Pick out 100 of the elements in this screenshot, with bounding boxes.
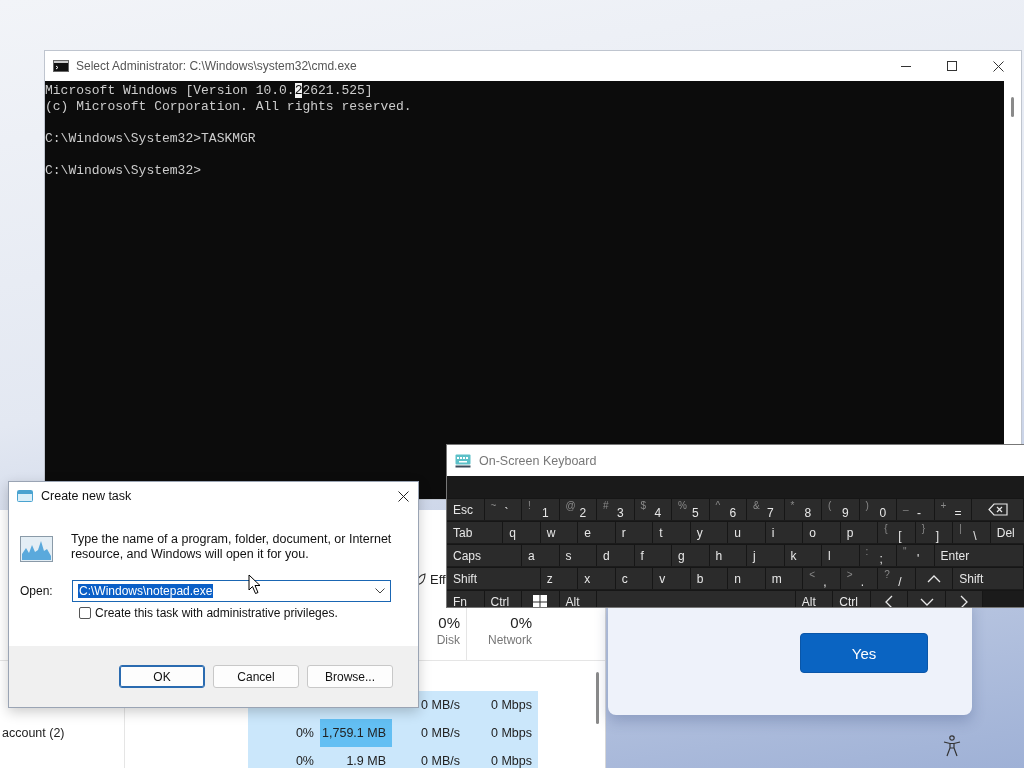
keyboard-key[interactable]: i xyxy=(765,522,804,543)
keyboard-key[interactable]: % 5 xyxy=(672,499,710,520)
keyboard-key[interactable]: Ctrl xyxy=(833,591,871,607)
keyboard-key[interactable]: < , xyxy=(803,568,841,589)
checkbox-label[interactable]: Create this task with administrative privileges. xyxy=(95,606,338,620)
keyboard-key[interactable]: f xyxy=(634,545,672,566)
keyboard-key[interactable]: e xyxy=(578,522,616,543)
keyboard-key[interactable]: Enter xyxy=(934,545,1024,566)
keyboard-key[interactable]: @ 2 xyxy=(559,499,597,520)
keyboard-key[interactable] xyxy=(972,499,1024,520)
table-cell: 1.9 MB xyxy=(320,747,392,768)
chart-window-icon xyxy=(20,536,53,562)
keyboard-key[interactable]: ! 1 xyxy=(522,499,560,520)
keyboard-key[interactable]: a xyxy=(522,545,560,566)
chevron-right-icon xyxy=(960,594,968,607)
keyboard-key[interactable]: Ctrl xyxy=(484,591,522,607)
keyboard-key[interactable]: q xyxy=(503,522,541,543)
keyboard-key[interactable]: ( 9 xyxy=(822,499,860,520)
keyboard-key[interactable]: } ] xyxy=(915,522,954,543)
keyboard-key[interactable]: z xyxy=(540,568,579,589)
keyboard-key[interactable]: ? / xyxy=(878,568,916,589)
keyboard-key[interactable]: Alt xyxy=(559,591,597,607)
keyboard-key[interactable]: * 8 xyxy=(784,499,822,520)
table-cell: 0 MB/s xyxy=(392,747,466,768)
chevron-left-icon xyxy=(885,594,893,607)
keyboard-key[interactable]: Shift xyxy=(447,568,541,589)
keyboard-key[interactable]: $ 4 xyxy=(634,499,672,520)
keyboard-key[interactable]: { [ xyxy=(878,522,916,543)
keyboard-key[interactable]: t xyxy=(653,522,691,543)
keyboard-key[interactable]: b xyxy=(690,568,729,589)
keyboard-key[interactable]: n xyxy=(728,568,766,589)
table-cell: 0 Mbps xyxy=(466,719,538,747)
keyboard-key[interactable]: Caps xyxy=(447,545,522,566)
keyboard-key[interactable]: d xyxy=(597,545,635,566)
keyboard-key[interactable]: ^ 6 xyxy=(709,499,747,520)
keyboard-key[interactable]: : ; xyxy=(859,545,897,566)
backspace-icon xyxy=(987,503,1008,516)
efficiency-button[interactable]: Eff xyxy=(416,572,446,587)
keyboard-key[interactable]: y xyxy=(690,522,729,543)
table-cell: 0% xyxy=(248,747,320,768)
keyboard-icon xyxy=(455,453,471,468)
process-name: account (2) xyxy=(0,719,125,747)
keyboard-key[interactable]: " ' xyxy=(897,545,935,566)
scrollbar-thumb[interactable] xyxy=(596,672,599,724)
dialog-button[interactable]: Browse... xyxy=(307,665,393,688)
keyboard-key[interactable]: h xyxy=(709,545,747,566)
console-line: (c) Microsoft Corporation. All rights reserved. xyxy=(45,99,412,115)
keyboard-key[interactable]: & 7 xyxy=(747,499,785,520)
keyboard-key[interactable]: x xyxy=(578,568,616,589)
keyboard-key[interactable]: + = xyxy=(934,499,972,520)
leaf-icon xyxy=(416,573,426,586)
caret-icon xyxy=(375,588,385,594)
keyboard-key[interactable]: r xyxy=(615,522,654,543)
keyboard-key[interactable]: Shift xyxy=(953,568,1024,589)
keyboard-key[interactable]: c xyxy=(615,568,654,589)
keyboard-key[interactable] xyxy=(522,591,560,607)
keyboard-key[interactable]: Alt xyxy=(795,591,834,607)
keyboard-key[interactable]: Tab xyxy=(447,522,504,543)
keyboard-key[interactable]: s xyxy=(559,545,597,566)
yes-button[interactable]: Yes xyxy=(800,633,928,673)
keyboard-key[interactable]: j xyxy=(747,545,785,566)
keyboard-key[interactable]: Del xyxy=(990,522,1024,543)
window-title: On-Screen Keyboard xyxy=(479,453,597,468)
close-icon xyxy=(397,490,409,502)
window-icon xyxy=(17,490,33,502)
keyboard-key[interactable]: v xyxy=(653,568,691,589)
dialog-button[interactable]: Cancel xyxy=(213,665,299,688)
mouse-pointer-icon xyxy=(248,574,262,595)
keyboard-key[interactable]: Fn xyxy=(447,591,485,607)
keyboard-key[interactable]: w xyxy=(540,522,579,543)
open-combo-box[interactable]: C:\Windows\notepad.exe xyxy=(72,580,391,602)
accessibility-icon[interactable] xyxy=(942,735,962,757)
checkbox[interactable] xyxy=(79,607,91,619)
table-cell: 0 MB/s xyxy=(392,719,466,747)
windows-logo-icon xyxy=(533,594,548,607)
table-cell: 1,759.1 MB xyxy=(320,719,392,747)
keyboard-key[interactable]: Esc xyxy=(447,499,485,520)
scrollbar-thumb[interactable] xyxy=(1011,97,1014,117)
chevron-down-icon xyxy=(919,597,934,606)
keyboard-key[interactable]: ~ ` xyxy=(484,499,522,520)
keyboard-key[interactable]: ) 0 xyxy=(859,499,897,520)
keyboard-key[interactable]: u xyxy=(728,522,766,543)
keyboard-key[interactable]: > . xyxy=(840,568,879,589)
terminal-icon xyxy=(53,60,69,72)
dialog-button[interactable]: OK xyxy=(119,665,205,688)
field-label: Open: xyxy=(20,584,54,598)
keyboard-key[interactable]: k xyxy=(784,545,822,566)
keyboard-key[interactable]: # 3 xyxy=(597,499,635,520)
console-line: Microsoft Windows [Version 10.0.22621.525] xyxy=(45,83,373,99)
chevron-up-icon xyxy=(927,574,941,583)
dialog-title: Create new task xyxy=(41,489,133,503)
close-icon xyxy=(992,60,1004,72)
keyboard-key[interactable]: o xyxy=(803,522,841,543)
keyboard-key[interactable]: l xyxy=(822,545,860,566)
keyboard-key[interactable]: p xyxy=(840,522,879,543)
minimize-icon xyxy=(901,65,911,67)
keyboard-key[interactable]: | \ xyxy=(953,522,991,543)
keyboard-key[interactable]: m xyxy=(765,568,804,589)
keyboard-key[interactable]: g xyxy=(672,545,710,566)
keyboard-key[interactable]: _ - xyxy=(897,499,935,520)
